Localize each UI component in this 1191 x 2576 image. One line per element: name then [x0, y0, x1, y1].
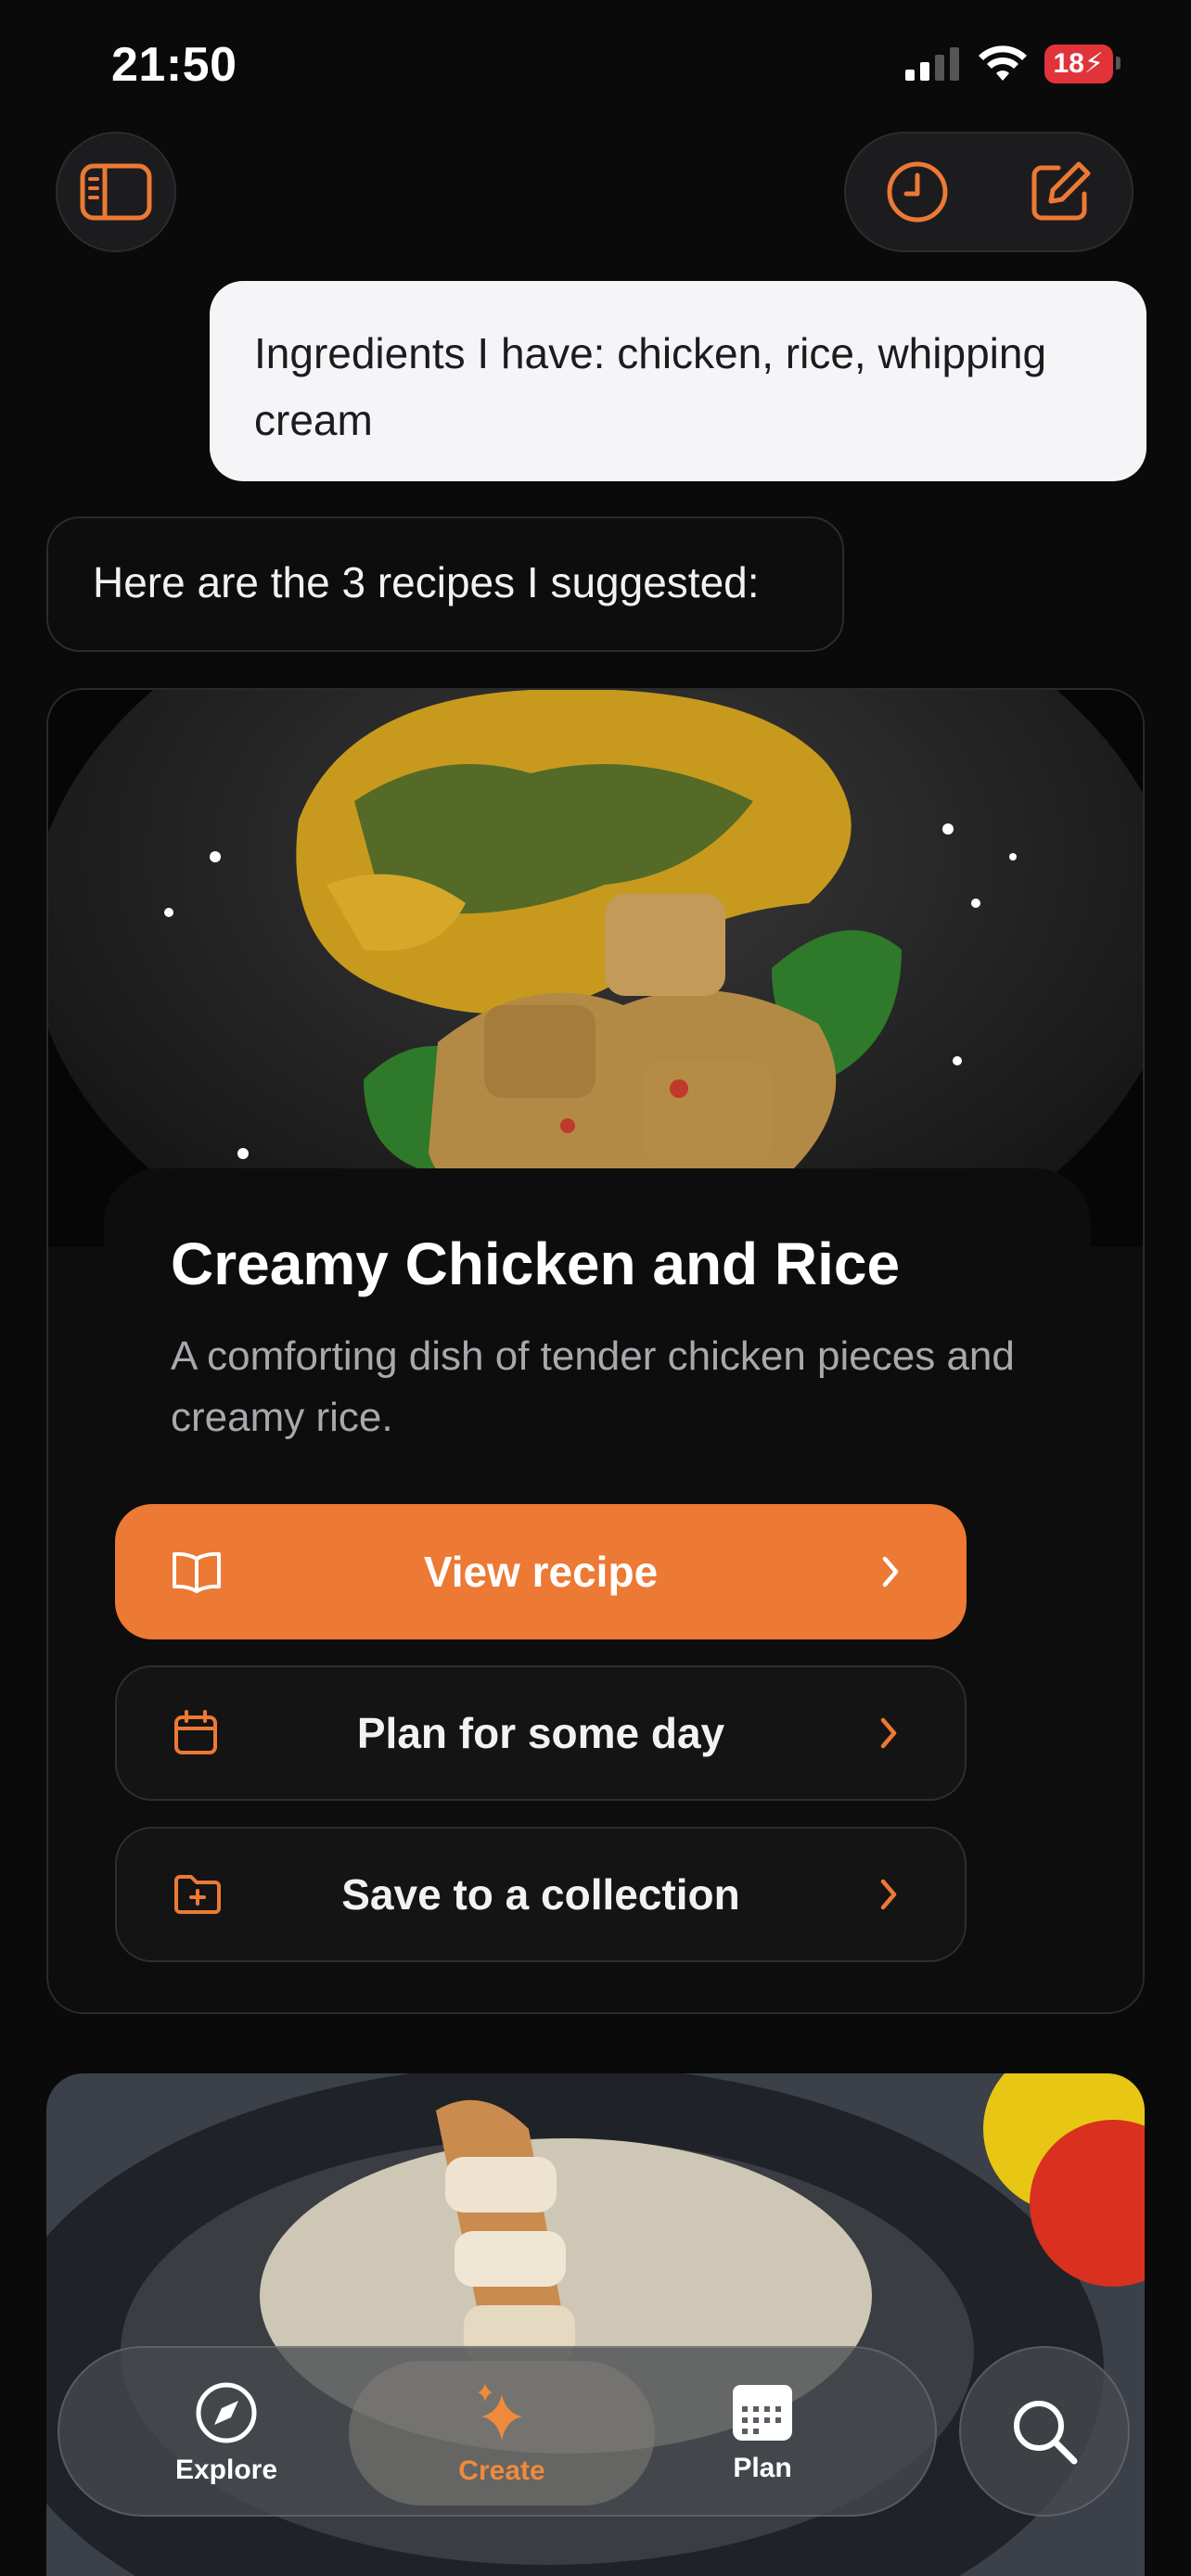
sidebar-icon: [80, 163, 152, 221]
tab-bar: Explore Create Plan: [58, 2346, 937, 2517]
sidebar-button[interactable]: [56, 132, 176, 252]
calendar-icon: [733, 2385, 792, 2441]
compass-icon: [196, 2382, 257, 2443]
tab-create[interactable]: Create: [349, 2348, 655, 2519]
signal-icon: [904, 47, 959, 81]
plan-day-label: Plan for some day: [356, 1709, 725, 1757]
chevron-right-icon: [877, 1716, 900, 1750]
chevron-right-icon: [879, 1555, 902, 1588]
wifi-icon: [978, 45, 1027, 81]
plan-day-button[interactable]: Plan for some day: [115, 1665, 967, 1801]
folder-plus-icon: [173, 1873, 223, 1916]
save-collection-button[interactable]: Save to a collection: [115, 1827, 967, 1962]
book-icon: [171, 1549, 223, 1594]
recipe-description: A comforting dish of tender chicken piec…: [171, 1333, 1015, 1440]
tab-explore[interactable]: Explore: [106, 2348, 347, 2519]
save-collection-label: Save to a collection: [341, 1870, 740, 1919]
view-recipe-label: View recipe: [423, 1548, 659, 1596]
recipe-card[interactable]: Creamy Chicken and Rice A comforting dis…: [46, 688, 1145, 2014]
tab-plan[interactable]: Plan: [642, 2348, 883, 2519]
battery-level: 18: [1053, 48, 1084, 79]
recipe-image: [48, 690, 1143, 1246]
sparkles-icon: [478, 2383, 522, 2441]
search-icon: [1014, 2401, 1078, 2465]
tab-explore-label: Explore: [174, 2455, 278, 2485]
recipe-title: Creamy Chicken and Rice: [171, 1231, 901, 1297]
charging-icon: ⚡: [1083, 48, 1104, 79]
view-recipe-button[interactable]: View recipe: [115, 1504, 967, 1639]
tab-create-label: Create: [458, 2455, 545, 2486]
tab-plan-label: Plan: [733, 2453, 792, 2483]
status-indicators: 18⚡: [904, 45, 1121, 83]
calendar-icon: [173, 1710, 219, 1756]
top-actions: [844, 132, 1133, 252]
battery-indicator: 18⚡: [1044, 45, 1121, 83]
history-icon[interactable]: [884, 159, 951, 225]
assistant-message-bubble: Here are the 3 recipes I suggested:: [46, 516, 844, 652]
search-button[interactable]: [959, 2346, 1130, 2517]
compose-icon[interactable]: [1027, 159, 1094, 225]
status-time: 21:50: [111, 38, 237, 92]
user-message-bubble: Ingredients I have: chicken, rice, whipp…: [210, 281, 1146, 481]
chevron-right-icon: [877, 1878, 900, 1911]
